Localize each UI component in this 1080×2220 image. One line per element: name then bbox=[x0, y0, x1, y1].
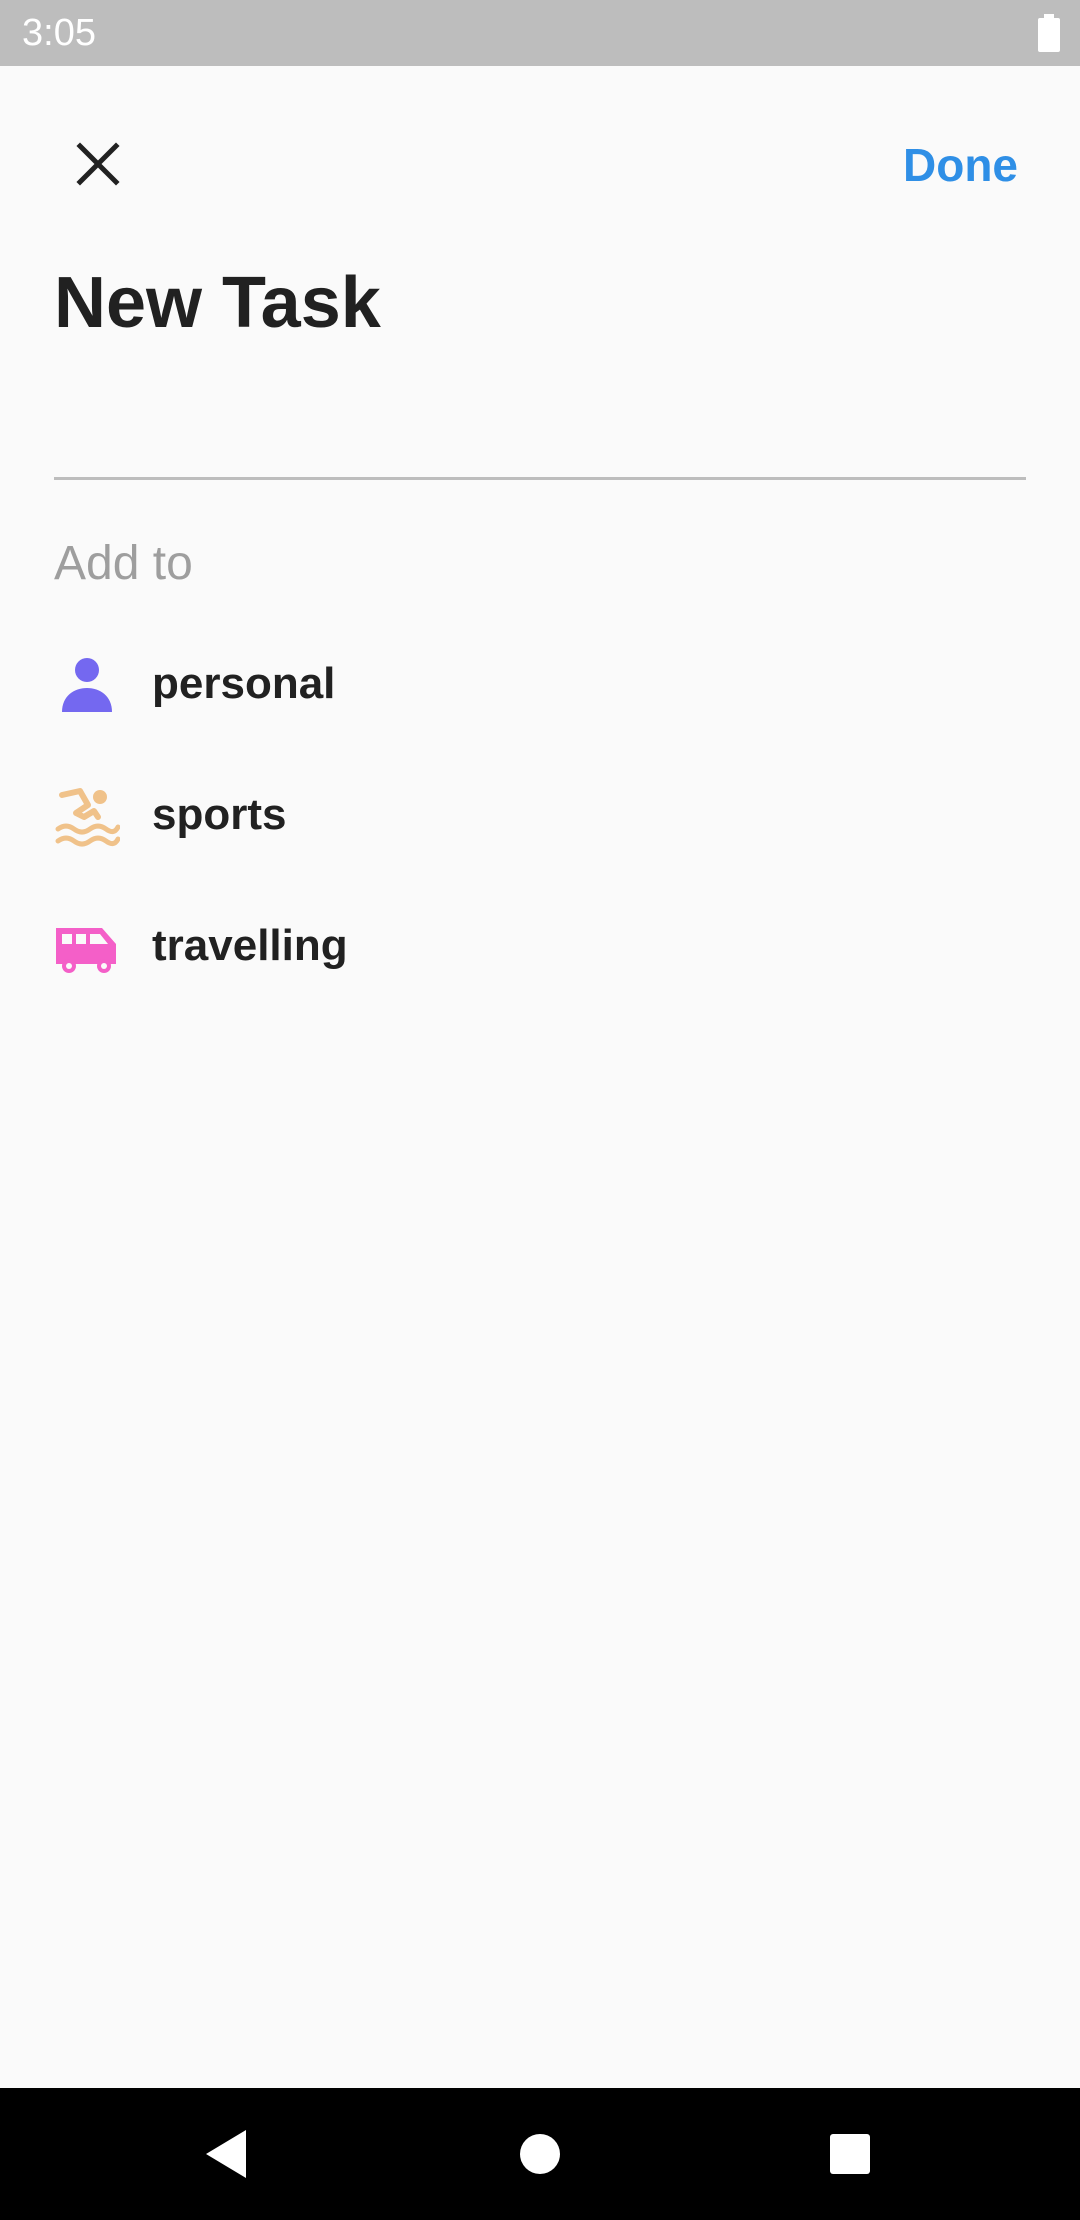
category-item-sports[interactable]: sports bbox=[0, 761, 1080, 892]
add-to-label: Add to bbox=[54, 537, 193, 590]
home-icon[interactable] bbox=[500, 2114, 580, 2194]
navigation-bar bbox=[0, 2088, 1080, 2220]
recents-icon[interactable] bbox=[810, 2114, 890, 2194]
screen: 3:05 Done New Task Add to personal sport… bbox=[0, 0, 1080, 2220]
close-button[interactable] bbox=[62, 128, 134, 200]
status-time: 3:05 bbox=[22, 12, 96, 54]
task-name-input[interactable] bbox=[54, 392, 1026, 480]
page-title: New Task bbox=[54, 263, 381, 343]
close-icon bbox=[76, 142, 120, 186]
person-icon bbox=[62, 658, 112, 712]
category-list: personal sports travelling bbox=[0, 630, 1080, 1023]
back-icon[interactable] bbox=[186, 2114, 266, 2194]
category-label: personal bbox=[152, 659, 336, 708]
swimming-icon bbox=[55, 788, 120, 847]
category-item-travelling[interactable]: travelling bbox=[0, 892, 1080, 1023]
category-label: travelling bbox=[152, 921, 348, 970]
done-button[interactable]: Done bbox=[903, 134, 1018, 196]
battery-full-icon bbox=[1038, 14, 1060, 52]
van-icon bbox=[56, 928, 116, 973]
category-label: sports bbox=[152, 790, 287, 839]
status-bar: 3:05 bbox=[0, 0, 1080, 66]
category-item-personal[interactable]: personal bbox=[0, 630, 1080, 761]
